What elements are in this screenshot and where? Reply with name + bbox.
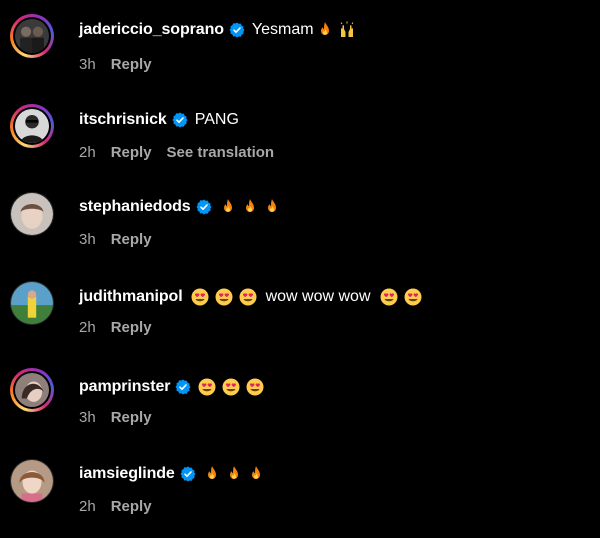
comment-content: jadericcio_soprano Yesmam xyxy=(79,19,360,41)
comment-meta: 2h Reply xyxy=(79,498,167,515)
avatar[interactable] xyxy=(10,192,54,236)
heart-eyes-emoji xyxy=(239,288,257,306)
comment-content: pamprinster xyxy=(79,376,268,398)
raised-hands-emoji xyxy=(338,21,356,39)
verified-badge-icon xyxy=(180,466,196,482)
comment-time: 3h xyxy=(79,56,96,73)
reply-button[interactable]: Reply xyxy=(111,56,152,73)
fire-emoji xyxy=(316,21,334,39)
comment-meta: 3h Reply xyxy=(79,409,167,426)
username[interactable]: judithmanipol xyxy=(79,288,183,306)
avatar[interactable] xyxy=(10,368,54,412)
comment-text: wow wow wow xyxy=(191,288,426,306)
comment-item: stephaniedods 3h Reply xyxy=(0,192,600,252)
avatar[interactable] xyxy=(10,459,54,503)
comment-meta: 3h Reply xyxy=(79,231,167,248)
username[interactable]: iamsieglinde xyxy=(79,465,175,483)
comment-content: stephaniedods xyxy=(79,196,285,218)
username[interactable]: stephaniedods xyxy=(79,198,191,216)
verified-badge-icon xyxy=(229,22,245,38)
comment-item: pamprinster 3h Reply xyxy=(0,368,600,428)
reply-button[interactable]: Reply xyxy=(111,231,152,248)
username[interactable]: pamprinster xyxy=(79,378,170,396)
comment-meta: 3h Reply xyxy=(79,56,167,73)
comment-time: 3h xyxy=(79,231,96,248)
comment-time: 2h xyxy=(79,319,96,336)
avatar[interactable] xyxy=(10,281,54,325)
username[interactable]: jadericcio_soprano xyxy=(79,21,224,39)
comment-text xyxy=(198,378,268,396)
reply-button[interactable]: Reply xyxy=(111,319,152,336)
verified-badge-icon xyxy=(172,112,188,128)
username[interactable]: itschrisnick xyxy=(79,111,167,129)
fire-emoji xyxy=(241,198,259,216)
comment-item: judithmanipol wow wow wow 2h Reply xyxy=(0,281,600,341)
comment-content: itschrisnick PANG xyxy=(79,109,239,131)
heart-eyes-emoji xyxy=(191,288,209,306)
comment-text xyxy=(219,198,285,216)
comment-meta: 2h Reply See translation xyxy=(79,144,289,161)
comment-item: iamsieglinde 2h Reply xyxy=(0,459,600,519)
fire-emoji xyxy=(247,465,265,483)
comment-time: 3h xyxy=(79,409,96,426)
comment-text: Yesmam xyxy=(252,21,360,39)
avatar[interactable] xyxy=(10,104,54,148)
comment-time: 2h xyxy=(79,498,96,515)
heart-eyes-emoji xyxy=(380,288,398,306)
fire-emoji xyxy=(225,465,243,483)
reply-button[interactable]: Reply xyxy=(111,409,152,426)
comment-time: 2h xyxy=(79,144,96,161)
fire-emoji xyxy=(203,465,221,483)
verified-badge-icon xyxy=(175,379,191,395)
heart-eyes-emoji xyxy=(222,378,240,396)
comment-text: PANG xyxy=(194,111,239,128)
heart-eyes-emoji xyxy=(246,378,264,396)
see-translation-button[interactable]: See translation xyxy=(167,144,275,161)
reply-button[interactable]: Reply xyxy=(111,144,152,161)
fire-emoji xyxy=(263,198,281,216)
comment-text xyxy=(203,465,269,483)
verified-badge-icon xyxy=(196,199,212,215)
comment-item: itschrisnick PANG 2h Reply See translati… xyxy=(0,104,600,164)
heart-eyes-emoji xyxy=(404,288,422,306)
comment-content: iamsieglinde xyxy=(79,463,269,485)
comment-content: judithmanipol wow wow wow xyxy=(79,286,426,308)
comment-item: jadericcio_soprano Yesmam 3h Reply xyxy=(0,14,600,74)
avatar[interactable] xyxy=(10,14,54,58)
fire-emoji xyxy=(219,198,237,216)
comment-text-value: Yesmam xyxy=(251,21,314,38)
reply-button[interactable]: Reply xyxy=(111,498,152,515)
comment-text-value: wow wow wow xyxy=(265,288,371,305)
heart-eyes-emoji xyxy=(215,288,233,306)
comment-meta: 2h Reply xyxy=(79,319,167,336)
heart-eyes-emoji xyxy=(198,378,216,396)
